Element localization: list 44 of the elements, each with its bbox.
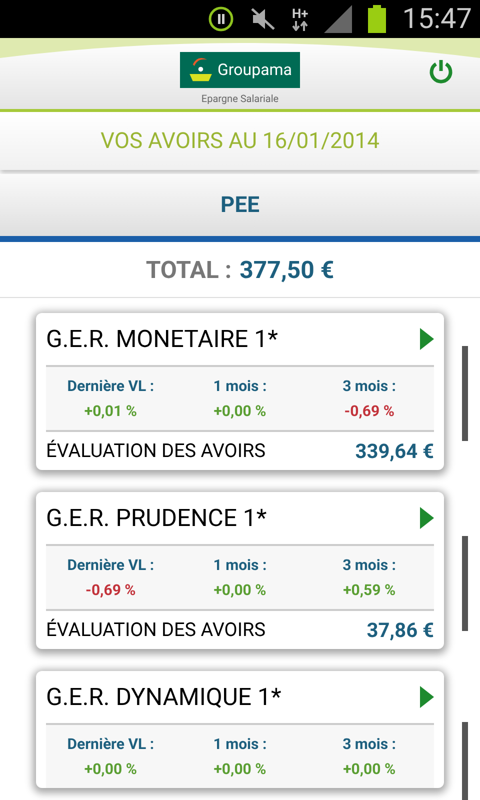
total-label: TOTAL : <box>146 254 232 286</box>
tab[interactable]: PEE <box>0 174 480 242</box>
stat-value: -0,69 % <box>86 580 136 600</box>
stat-value: +0,00 % <box>214 758 266 780</box>
mute-icon <box>250 7 276 31</box>
stat-label: 1 mois : <box>213 555 267 576</box>
stat-label: Dernière VL : <box>67 734 154 755</box>
stat-value: +0,01 % <box>84 400 137 422</box>
stat-label: 1 mois : <box>213 734 267 755</box>
battery-icon <box>368 5 386 33</box>
play-icon[interactable] <box>420 507 434 529</box>
power-icon[interactable] <box>428 58 454 84</box>
stat-value: -0,69 % <box>344 400 394 422</box>
total-value: 377,50 € <box>240 254 334 286</box>
stat-value: +0,00 % <box>84 758 137 780</box>
play-icon[interactable] <box>420 686 434 708</box>
stat-value: +0,00 % <box>214 400 266 422</box>
evaluation-label: ÉVALUATION DES AVOIRS <box>46 616 266 643</box>
page-title: VOS AVOIRS AU 16/01/2014 <box>100 128 380 156</box>
fund-name: G.E.R. MONETAIRE 1* <box>46 324 278 355</box>
play-icon[interactable] <box>420 328 434 350</box>
stat-value: +0,00 % <box>214 580 266 600</box>
fund-card[interactable]: G.E.R. MONETAIRE 1* Dernière VL : +0,01 % 1 mois : +0,00 % 3 mois : -0,69 % ÉVALUATION DES AVOIRS 339,64 € <box>36 313 444 470</box>
stat-value: +0,59 % <box>343 580 396 600</box>
stat-value: +0,00 % <box>343 758 396 780</box>
clock: 15:47 <box>402 1 472 37</box>
fund-card[interactable]: G.E.R. DYNAMIQUE 1* Dernière VL : +0,00 % 1 mois : +0,00 % 3 mois : +0,00 % <box>36 671 444 788</box>
stat-label: Dernière VL : <box>67 555 154 576</box>
fund-card[interactable]: G.E.R. PRUDENCE 1* Dernière VL : -0,69 % 1 mois : +0,00 % 3 mois : +0,59 % ÉVALUATION DES AVOIRS 37,86 € <box>36 492 444 649</box>
data-arrows-icon <box>292 20 308 30</box>
network-type: H+ <box>292 8 308 20</box>
stat-label: 3 mois : <box>342 734 396 755</box>
evaluation-value: 37,86 € <box>366 617 434 644</box>
signal-icon <box>324 5 352 33</box>
stat-label: 3 mois : <box>342 376 396 397</box>
fund-name: G.E.R. PRUDENCE 1* <box>46 503 267 534</box>
stat-label: 1 mois : <box>213 376 267 397</box>
stat-label: Dernière VL : <box>67 376 154 397</box>
stat-label: 3 mois : <box>342 555 396 576</box>
fund-name: G.E.R. DYNAMIQUE 1* <box>46 682 282 713</box>
evaluation-label: ÉVALUATION DES AVOIRS <box>46 438 266 464</box>
logo: Groupama <box>180 52 300 88</box>
evaluation-value: 339,64 € <box>355 438 434 465</box>
logo-subtitle: Epargne Salariale <box>201 93 279 107</box>
